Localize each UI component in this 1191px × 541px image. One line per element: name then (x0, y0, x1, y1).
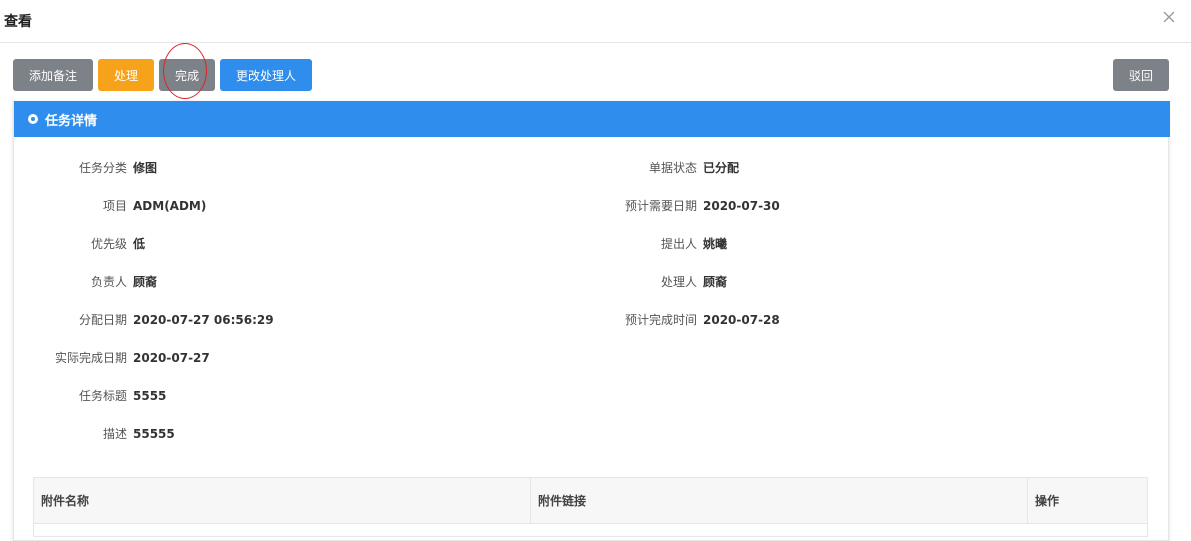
attachment-table: 附件名称 附件链接 操作 (33, 477, 1148, 537)
field-document-status: 单据状态 已分配 (13, 160, 739, 176)
attachment-table-header: 附件名称 附件链接 操作 (34, 478, 1147, 524)
field-expected-need-date: 预计需要日期 2020-07-30 (13, 198, 780, 214)
field-label: 描述 (102, 427, 127, 441)
field-label: 实际完成日期 (54, 351, 127, 365)
change-handler-button[interactable]: 更改处理人 (220, 59, 312, 91)
complete-button[interactable]: 完成 (159, 59, 215, 91)
field-label: 任务标题 (78, 389, 127, 403)
field-task-title: 任务标题 5555 (13, 388, 166, 404)
field-value: 2020-07-27 (133, 351, 210, 365)
field-handler: 处理人 顾裔 (13, 274, 727, 290)
field-value: 姚曦 (703, 237, 728, 251)
panel-title-icon (28, 114, 38, 124)
field-value: 5555 (133, 389, 167, 403)
process-button[interactable]: 处理 (98, 59, 154, 91)
field-value: 顾裔 (703, 275, 728, 289)
field-label: 处理人 (660, 275, 697, 289)
dialog-header: 查看 (0, 0, 1191, 43)
field-value: 2020-07-28 (703, 313, 780, 327)
field-submitter: 提出人 姚曦 (13, 236, 727, 252)
column-attachment-name: 附件名称 (34, 478, 531, 524)
field-value: 55555 (133, 427, 175, 441)
field-value: 2020-07-30 (703, 199, 780, 213)
column-attachment-link: 附件链接 (531, 478, 1028, 524)
field-label: 预计需要日期 (624, 199, 697, 213)
field-expected-complete-time: 预计完成时间 2020-07-28 (13, 312, 780, 328)
field-label: 预计完成时间 (624, 313, 697, 327)
field-description: 描述 55555 (13, 426, 175, 442)
column-actions: 操作 (1035, 494, 1060, 508)
field-value: 已分配 (703, 161, 740, 175)
field-label: 单据状态 (648, 161, 697, 175)
panel-header: 任务详情 (14, 101, 1170, 137)
add-note-button[interactable]: 添加备注 (13, 59, 93, 91)
dialog-title: 查看 (4, 14, 32, 30)
reject-button[interactable]: 驳回 (1113, 59, 1169, 91)
panel-title: 任务详情 (45, 113, 98, 129)
close-icon[interactable] (1160, 8, 1178, 26)
field-label: 提出人 (660, 237, 697, 251)
field-actual-complete-date: 实际完成日期 2020-07-27 (13, 350, 210, 366)
